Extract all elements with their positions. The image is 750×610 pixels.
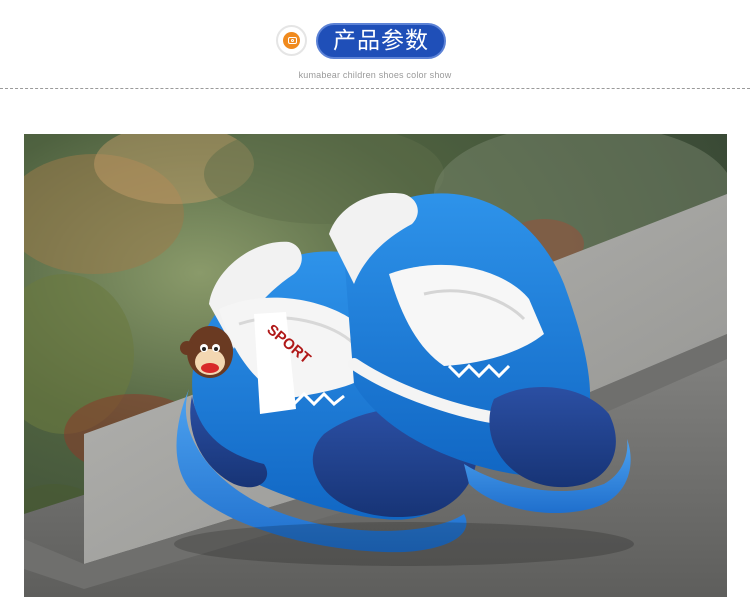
section-header: 产品参数 kumabear children shoes color show	[0, 0, 750, 92]
section-title: 产品参数	[316, 23, 446, 59]
camera-icon	[288, 37, 297, 44]
product-photo: SPORT	[24, 134, 727, 597]
dashed-divider	[0, 88, 750, 89]
camera-badge	[276, 25, 307, 56]
section-subtitle: kumabear children shoes color show	[298, 70, 452, 80]
